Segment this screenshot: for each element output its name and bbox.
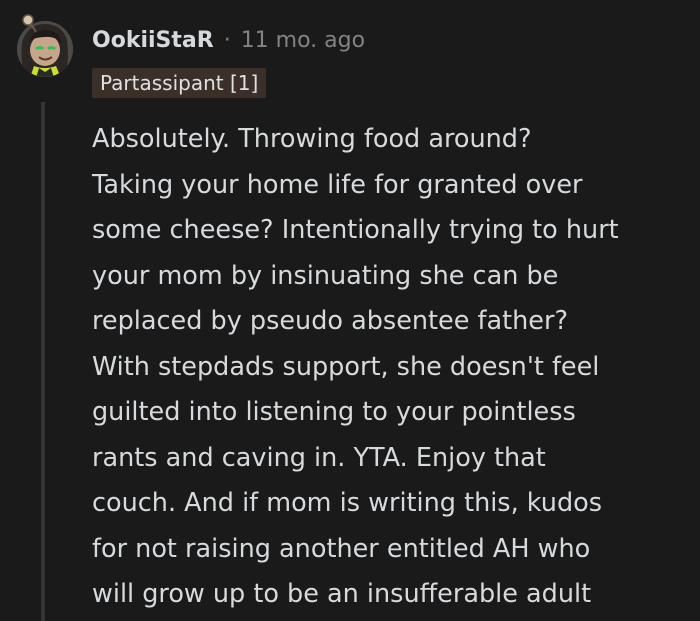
comment-body-line: Taking your home life for granted over [92, 169, 583, 200]
comment-body-line: will grow up to be an insufferable adult [92, 579, 592, 609]
comment-body: Absolutely. Throwing food around? Taking… [92, 117, 687, 618]
user-flair: Partassipant [1] [92, 68, 267, 98]
avatar-illustration [17, 14, 73, 77]
thread-collapse-line[interactable] [41, 102, 45, 621]
comment: OokiiStaR · 11 mo. ago Partassipant [1] … [0, 0, 700, 621]
comment-body-line: couch. And if mom is writing this, kudos [92, 488, 603, 518]
meta-separator: · [223, 27, 231, 53]
comment-body-line: replaced by pseudo absentee father? [92, 306, 569, 336]
comment-body-line: for not raising another entitled AH who [92, 533, 591, 564]
comment-body-line: guilted into listening to your pointless [92, 397, 576, 427]
username-link[interactable]: OokiiStaR [92, 28, 214, 53]
comment-body-line: Absolutely. Throwing food around? [92, 124, 532, 154]
comment-body-line: rants and caving in. YTA. Enjoy that [92, 442, 546, 473]
comment-timestamp[interactable]: 11 mo. ago [241, 28, 365, 53]
comment-body-line: With stepdads support, she doesn't feel [92, 351, 600, 382]
user-avatar[interactable] [12, 12, 78, 78]
comment-body-line: some cheese? Intentionally trying to hur… [92, 215, 619, 245]
comment-body-line: your mom by insinuating she can be [92, 260, 559, 291]
comment-meta: OokiiStaR · 11 mo. ago [92, 22, 365, 58]
